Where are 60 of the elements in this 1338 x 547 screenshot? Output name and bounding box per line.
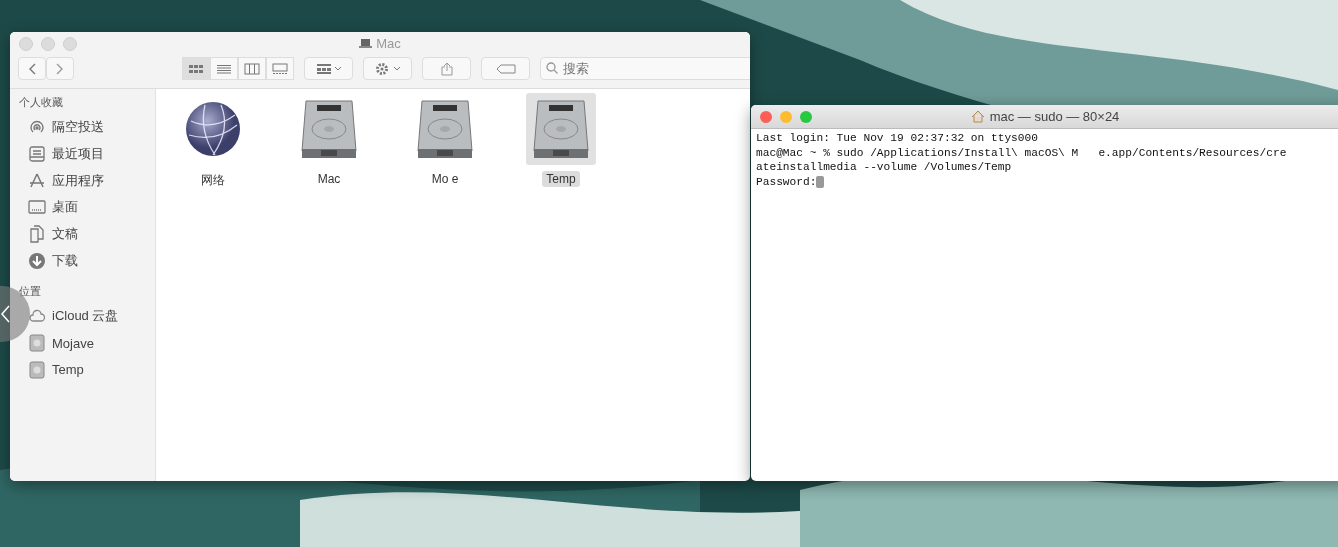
sidebar-item[interactable]: Mojave (19, 329, 155, 357)
file-item[interactable]: 网络 (179, 93, 247, 190)
action-button[interactable] (363, 57, 412, 80)
sidebar-item[interactable]: Temp (19, 356, 155, 384)
search-icon (546, 62, 558, 74)
close-button[interactable] (760, 110, 772, 123)
sidebar-item[interactable]: 最近项目 (19, 140, 155, 168)
sidebar-item[interactable]: 隔空投送 (19, 114, 155, 141)
forward-button[interactable] (46, 57, 74, 80)
gallery-view-button[interactable] (266, 57, 294, 80)
hard-drive-icon (300, 99, 358, 159)
desktop-icon (28, 198, 46, 217)
minimize-button[interactable] (780, 110, 792, 123)
close-button[interactable] (19, 37, 33, 51)
grid-dropdown-icon (315, 62, 342, 75)
sidebar-heading: 个人收藏 (19, 95, 64, 110)
share-icon (440, 61, 453, 76)
gallery-icon (272, 62, 288, 75)
apps-icon (28, 171, 46, 190)
search-field[interactable]: 搜索 (540, 57, 750, 80)
window-title: mac — sudo — 80×24 (989, 109, 1120, 124)
grid-icon (188, 62, 204, 75)
sidebar-item[interactable]: iCloud 云盘 (19, 303, 155, 330)
chevron-right-icon (56, 62, 64, 75)
recents-icon (28, 145, 46, 164)
back-button[interactable] (18, 57, 46, 80)
minimize-button[interactable] (41, 37, 55, 51)
zoom-button[interactable] (800, 110, 812, 123)
arrange-button[interactable] (304, 57, 353, 80)
list-view-button[interactable] (210, 57, 238, 80)
sidebar-heading: 位置 (19, 284, 42, 300)
icons-view-button[interactable] (182, 57, 210, 80)
sidebar-item[interactable]: 应用程序 (19, 167, 155, 195)
terminal-line: ateinstallmedia --volume /Volumes/Temp (756, 160, 1012, 175)
tag-button[interactable] (481, 57, 530, 80)
terminal-line: Password: (756, 174, 817, 190)
file-item[interactable]: Mac (295, 93, 363, 187)
window-title: Mac (376, 36, 401, 51)
tag-icon (495, 63, 516, 74)
sidebar-item[interactable]: 文稿 (19, 220, 155, 248)
columns-icon (244, 62, 260, 75)
key-icon (816, 176, 825, 189)
laptop-icon (359, 39, 373, 48)
columns-view-button[interactable] (238, 57, 266, 80)
home-icon (970, 110, 985, 123)
download-icon (28, 251, 46, 270)
zoom-button[interactable] (63, 37, 77, 51)
file-item[interactable]: Mo e (411, 93, 479, 187)
docs-icon (28, 225, 46, 244)
globe-icon (185, 101, 241, 157)
sidebar-item[interactable]: 桌面 (19, 194, 155, 221)
gear-icon (374, 61, 401, 76)
share-button[interactable] (422, 57, 471, 80)
list-icon (216, 62, 232, 75)
chevron-left-icon (28, 62, 36, 75)
hard-drive-icon (532, 99, 590, 159)
terminal-line: Last login: Tue Nov 19 02:37:32 on ttys000 (756, 131, 1038, 146)
terminal-line: mac@Mac ~ % sudo /Applications/Install\ macOS\ M e.app/Contents/Resources/cre (756, 145, 1287, 161)
sidebar-item[interactable]: 下载 (19, 247, 155, 275)
hard-drive-icon (416, 99, 474, 159)
